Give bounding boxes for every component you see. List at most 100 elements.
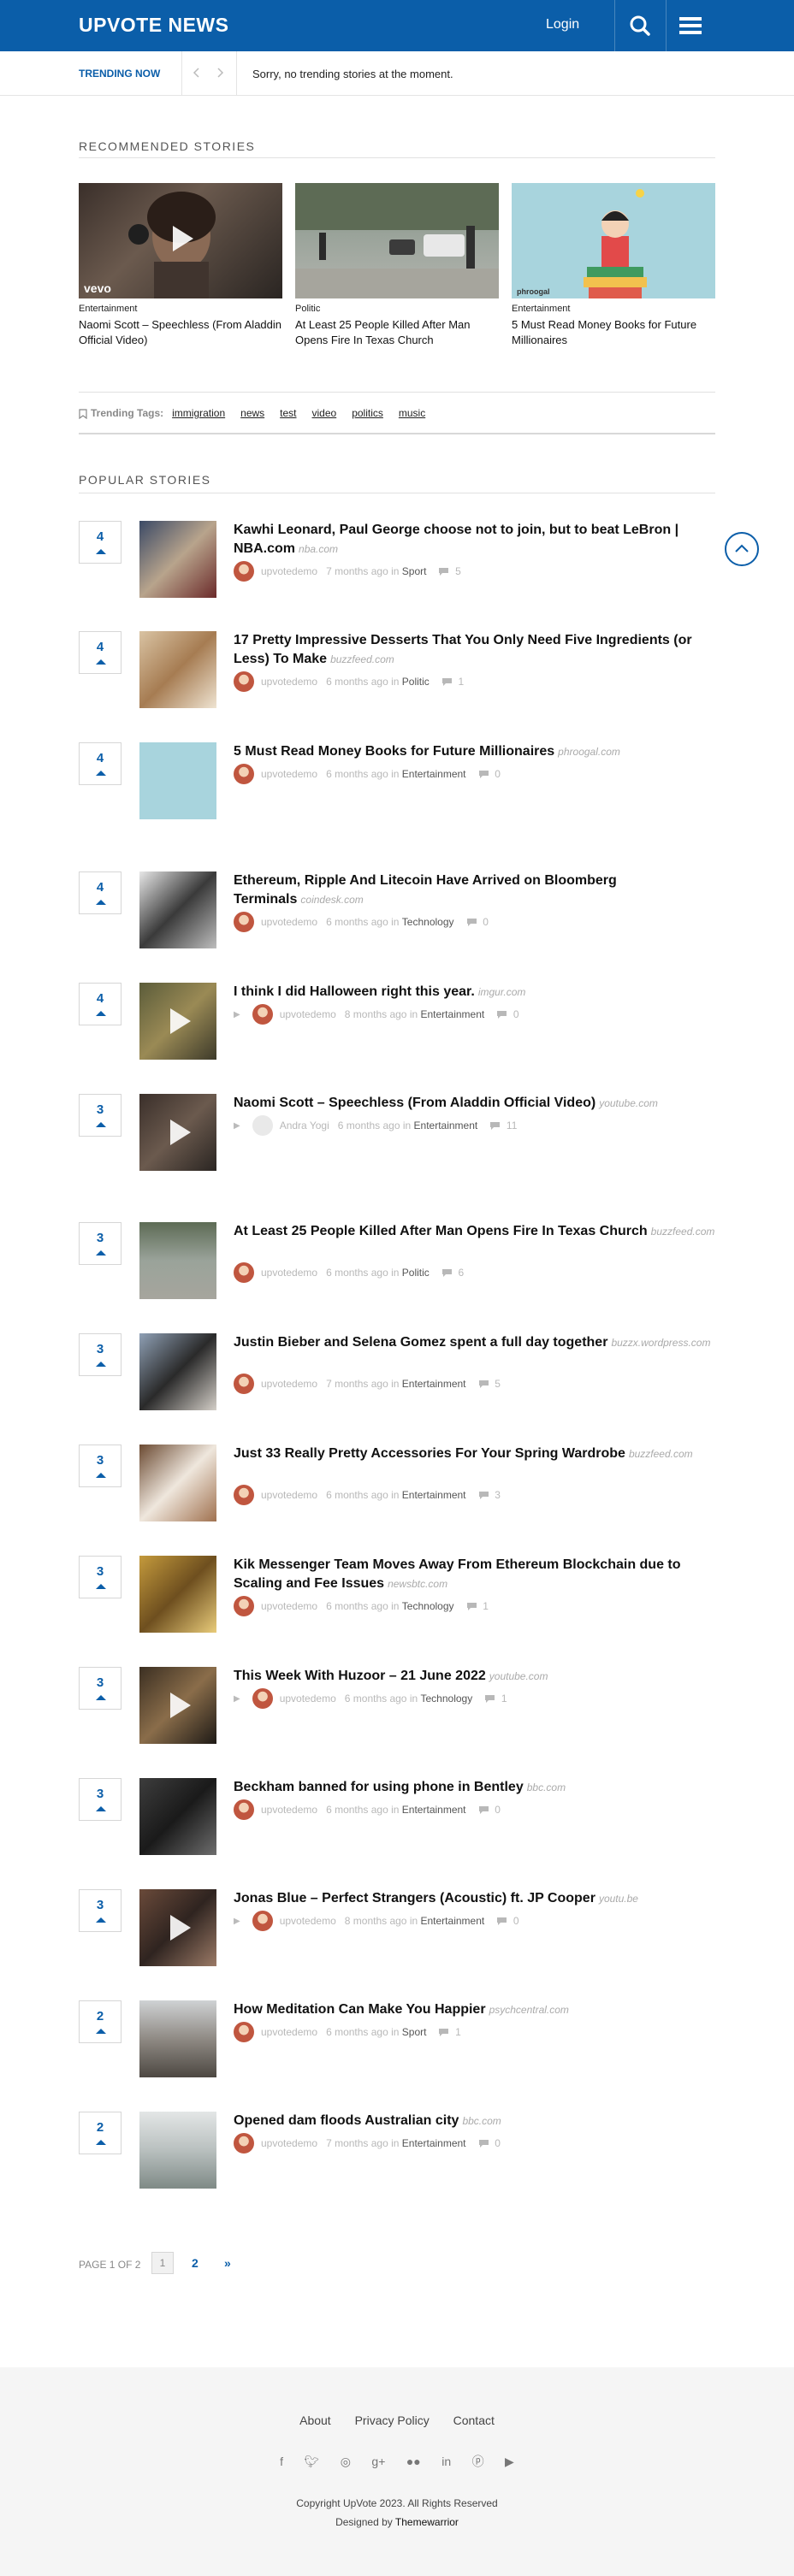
story-title-text[interactable]: Opened dam floods Australian city: [234, 2113, 459, 2128]
story-thumbnail[interactable]: [139, 2112, 216, 2189]
comment-icon[interactable]: [438, 565, 449, 577]
upvote-arrow-icon[interactable]: [96, 771, 106, 776]
category-link[interactable]: Entertainment: [402, 2137, 466, 2149]
comment-count[interactable]: 0: [495, 2137, 501, 2149]
upvote-box[interactable]: 3: [79, 1222, 121, 1265]
trending-next-button[interactable]: [216, 65, 224, 83]
comment-count[interactable]: 0: [513, 1915, 519, 1927]
author-name[interactable]: upvotedemo: [280, 1693, 336, 1705]
comment-icon[interactable]: [478, 2137, 489, 2149]
category-link[interactable]: Sport: [402, 565, 427, 577]
story-title-text[interactable]: At Least 25 People Killed After Man Open…: [234, 1224, 648, 1238]
comment-count[interactable]: 5: [495, 1378, 501, 1390]
story-title[interactable]: At Least 25 People Killed After Man Open…: [234, 1222, 715, 1241]
story-title-text[interactable]: Beckham banned for using phone in Bentle…: [234, 1780, 524, 1794]
story-title-text[interactable]: How Meditation Can Make You Happier: [234, 2002, 486, 2017]
recommended-thumbnail[interactable]: phroogal: [512, 183, 715, 298]
avatar[interactable]: [234, 1799, 254, 1820]
play-icon[interactable]: ▶: [234, 1010, 240, 1019]
upvote-arrow-icon[interactable]: [96, 2029, 106, 2034]
category-link[interactable]: Entertainment: [402, 1489, 466, 1501]
avatar[interactable]: [234, 912, 254, 932]
recommended-category[interactable]: Entertainment: [79, 304, 282, 314]
tag-link[interactable]: test: [280, 407, 296, 419]
story-thumbnail[interactable]: [139, 1556, 216, 1633]
comment-icon[interactable]: [466, 1600, 477, 1612]
story-title-text[interactable]: 5 Must Read Money Books for Future Milli…: [234, 744, 554, 759]
upvote-box[interactable]: 3: [79, 1556, 121, 1598]
author-name[interactable]: upvotedemo: [261, 1804, 317, 1816]
upvote-box[interactable]: 4: [79, 871, 121, 914]
comment-count[interactable]: 0: [495, 1804, 501, 1816]
footer-link-contact[interactable]: Contact: [453, 2414, 495, 2427]
avatar[interactable]: [252, 1004, 273, 1025]
comment-count[interactable]: 0: [483, 916, 489, 928]
upvote-arrow-icon[interactable]: [96, 1917, 106, 1923]
avatar[interactable]: [234, 2022, 254, 2042]
upvote-arrow-icon[interactable]: [96, 1473, 106, 1478]
comment-icon[interactable]: [478, 1489, 489, 1501]
recommended-story-title[interactable]: 5 Must Read Money Books for Future Milli…: [512, 317, 715, 348]
author-name[interactable]: upvotedemo: [261, 2026, 317, 2038]
author-name[interactable]: upvotedemo: [280, 1008, 336, 1020]
category-link[interactable]: Technology: [421, 1693, 473, 1705]
author-name[interactable]: upvotedemo: [261, 1267, 317, 1279]
story-thumbnail[interactable]: [139, 983, 216, 1060]
category-link[interactable]: Sport: [402, 2026, 427, 2038]
login-link[interactable]: Login: [546, 17, 579, 32]
category-link[interactable]: Politic: [402, 1267, 430, 1279]
upvote-arrow-icon[interactable]: [96, 2140, 106, 2145]
category-link[interactable]: Technology: [402, 1600, 454, 1612]
story-title[interactable]: Naomi Scott – Speechless (From Aladdin O…: [234, 1094, 715, 1113]
comment-icon[interactable]: [478, 1378, 489, 1390]
avatar[interactable]: [234, 671, 254, 692]
comment-count[interactable]: 1: [458, 676, 464, 688]
site-logo[interactable]: UPVOTE NEWS: [79, 14, 228, 37]
story-thumbnail[interactable]: [139, 1667, 216, 1744]
comment-count[interactable]: 11: [507, 1120, 517, 1131]
recommended-card[interactable]: vevo Entertainment Naomi Scott – Speechl…: [79, 183, 282, 348]
page-2-link[interactable]: 2: [192, 2256, 198, 2270]
menu-button[interactable]: [666, 0, 715, 51]
instagram-icon[interactable]: ◎: [341, 2455, 351, 2469]
tag-link[interactable]: politics: [352, 407, 383, 419]
comment-count[interactable]: 1: [483, 1600, 489, 1612]
comment-icon[interactable]: [496, 1008, 507, 1020]
comment-icon[interactable]: [441, 676, 453, 688]
story-thumbnail[interactable]: [139, 1333, 216, 1410]
author-name[interactable]: upvotedemo: [261, 1378, 317, 1390]
upvote-box[interactable]: 2: [79, 2000, 121, 2043]
tag-link[interactable]: news: [240, 407, 264, 419]
recommended-category[interactable]: Politic: [295, 304, 499, 314]
comment-count[interactable]: 0: [495, 768, 501, 780]
category-link[interactable]: Politic: [402, 676, 430, 688]
author-name[interactable]: upvotedemo: [261, 2137, 317, 2149]
avatar[interactable]: [234, 2133, 254, 2154]
upvote-box[interactable]: 3: [79, 1094, 121, 1137]
comment-icon[interactable]: [441, 1267, 453, 1279]
recommended-thumbnail[interactable]: [295, 183, 499, 298]
avatar[interactable]: [234, 1485, 254, 1505]
upvote-box[interactable]: 4: [79, 631, 121, 674]
avatar[interactable]: [252, 1115, 273, 1136]
upvote-arrow-icon[interactable]: [96, 1584, 106, 1589]
category-link[interactable]: Entertainment: [402, 1378, 466, 1390]
comment-icon[interactable]: [478, 1804, 489, 1816]
recommended-story-title[interactable]: At Least 25 People Killed After Man Open…: [295, 317, 499, 348]
story-title-text[interactable]: This Week With Huzoor – 21 June 2022: [234, 1669, 486, 1683]
upvote-box[interactable]: 2: [79, 2112, 121, 2154]
avatar[interactable]: [234, 561, 254, 582]
story-thumbnail[interactable]: [139, 1778, 216, 1855]
story-thumbnail[interactable]: [139, 1445, 216, 1521]
author-name[interactable]: upvotedemo: [261, 768, 317, 780]
next-page-link[interactable]: »: [224, 2256, 231, 2270]
story-title-text[interactable]: Kik Messenger Team Moves Away From Ether…: [234, 1557, 681, 1591]
author-name[interactable]: upvotedemo: [261, 1489, 317, 1501]
play-icon[interactable]: ▶: [234, 1917, 240, 1926]
story-title[interactable]: Opened dam floods Australian city bbc.com: [234, 2112, 715, 2130]
footer-link-about[interactable]: About: [299, 2414, 331, 2427]
tag-link[interactable]: immigration: [172, 407, 225, 419]
upvote-arrow-icon[interactable]: [96, 900, 106, 905]
author-name[interactable]: upvotedemo: [261, 1600, 317, 1612]
comment-icon[interactable]: [489, 1120, 501, 1131]
